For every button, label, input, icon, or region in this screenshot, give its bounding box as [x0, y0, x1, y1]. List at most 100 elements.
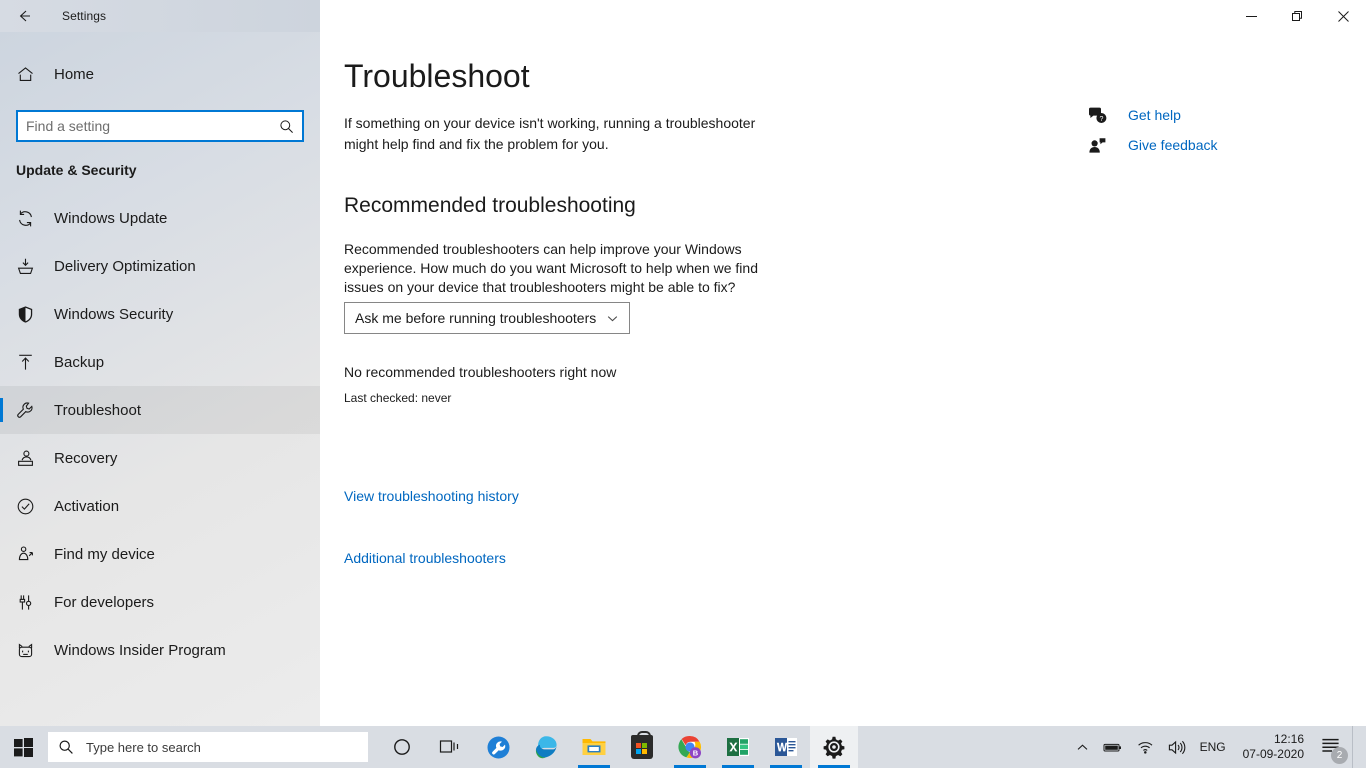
sidebar-nav-list: Windows Update Delivery Optimization — [0, 194, 320, 674]
taskbar-app-chrome[interactable]: B — [666, 726, 714, 768]
sidebar-item-for-developers[interactable]: For developers — [0, 578, 320, 626]
sidebar-item-windows-update[interactable]: Windows Update — [0, 194, 320, 242]
svg-text:B: B — [693, 749, 699, 758]
sidebar-item-recovery[interactable]: Recovery — [0, 434, 320, 482]
sidebar-label: For developers — [54, 594, 154, 611]
network-wifi-icon[interactable] — [1130, 726, 1161, 768]
give-feedback-icon — [1088, 137, 1118, 154]
sidebar-item-find-my-device[interactable]: Find my device — [0, 530, 320, 578]
taskbar-search-placeholder: Type here to search — [86, 740, 201, 755]
notification-badge: 2 — [1331, 747, 1348, 764]
sidebar-item-activation[interactable]: Activation — [0, 482, 320, 530]
start-button[interactable] — [0, 726, 46, 768]
taskbar-app-cortana[interactable] — [378, 726, 426, 768]
sidebar-label: Windows Update — [54, 210, 167, 227]
page-intro-text: If something on your device isn't workin… — [344, 113, 774, 155]
sidebar-label: Backup — [54, 354, 104, 371]
status-no-troubleshooters: No recommended troubleshooters right now — [344, 364, 616, 380]
sync-icon — [16, 209, 46, 228]
sidebar-label: Find my device — [54, 546, 155, 563]
sidebar-home-label: Home — [54, 66, 94, 83]
upload-arrow-icon — [16, 353, 46, 372]
sidebar: Home Update & Security — [0, 32, 320, 726]
sidebar-item-windows-insider-program[interactable]: Windows Insider Program — [0, 626, 320, 674]
settings-app: Settings — [0, 0, 1366, 768]
sidebar-label: Recovery — [54, 450, 117, 467]
section-body-text: Recommended troubleshooters can help imp… — [344, 240, 774, 297]
get-help-row[interactable]: ? Get help — [1088, 100, 1348, 130]
taskbar-search-box[interactable]: Type here to search — [48, 732, 368, 762]
developer-tools-icon — [16, 593, 46, 612]
settings-window: Settings — [0, 0, 1366, 726]
action-center-button[interactable]: 2 — [1314, 726, 1352, 768]
restore-button[interactable] — [1274, 0, 1320, 32]
svg-text:?: ? — [1099, 116, 1103, 123]
clock-date: 07-09-2020 — [1243, 747, 1304, 762]
close-button[interactable] — [1320, 0, 1366, 32]
sidebar-item-troubleshoot[interactable]: Troubleshoot — [0, 386, 320, 434]
shield-icon — [16, 305, 46, 324]
give-feedback-row[interactable]: Give feedback — [1088, 130, 1348, 160]
find-device-icon — [16, 545, 46, 564]
taskbar-app-file-explorer[interactable] — [570, 726, 618, 768]
volume-icon[interactable] — [1161, 726, 1193, 768]
main-content: Troubleshoot If something on your device… — [320, 32, 1366, 726]
sidebar-item-backup[interactable]: Backup — [0, 338, 320, 386]
dropdown-value: Ask me before running troubleshooters — [355, 310, 596, 326]
window-title: Settings — [62, 9, 106, 23]
insider-cat-icon — [16, 641, 46, 660]
search-box[interactable] — [16, 110, 304, 142]
taskbar-app-word[interactable] — [762, 726, 810, 768]
taskbar: Type here to search — [0, 726, 1366, 768]
battery-icon[interactable] — [1096, 726, 1130, 768]
status-last-checked: Last checked: never — [344, 391, 451, 405]
delivery-icon — [16, 257, 46, 276]
recovery-icon — [16, 449, 46, 468]
search-icon — [279, 119, 294, 134]
store-icon — [631, 735, 653, 759]
taskbar-app-excel[interactable] — [714, 726, 762, 768]
minimize-button[interactable] — [1228, 0, 1274, 32]
get-help-icon: ? — [1088, 107, 1118, 124]
taskbar-app-task-view[interactable] — [426, 726, 474, 768]
sidebar-item-windows-security[interactable]: Windows Security — [0, 290, 320, 338]
window-controls — [320, 0, 1366, 32]
sidebar-item-delivery-optimization[interactable]: Delivery Optimization — [0, 242, 320, 290]
get-help-link[interactable]: Get help — [1128, 107, 1181, 123]
search-icon — [58, 739, 74, 755]
taskbar-app-tool[interactable] — [474, 726, 522, 768]
sidebar-label: Windows Insider Program — [54, 642, 226, 659]
clock-time: 12:16 — [1274, 732, 1304, 747]
check-circle-icon — [16, 497, 46, 516]
title-bar: Settings — [0, 0, 1366, 32]
view-troubleshooting-history-link[interactable]: View troubleshooting history — [344, 488, 519, 504]
home-icon — [16, 65, 46, 84]
taskbar-app-settings[interactable] — [810, 726, 858, 768]
recommended-troubleshooting-dropdown[interactable]: Ask me before running troubleshooters — [344, 302, 630, 334]
sidebar-label: Windows Security — [54, 306, 173, 323]
sidebar-label: Troubleshoot — [54, 402, 141, 419]
search-container — [16, 110, 304, 142]
wrench-icon — [16, 401, 46, 420]
taskbar-app-edge[interactable] — [522, 726, 570, 768]
page-title: Troubleshoot — [344, 58, 530, 95]
search-input[interactable] — [26, 118, 279, 134]
show-hidden-icons-button[interactable] — [1069, 726, 1096, 768]
taskbar-app-microsoft-store[interactable] — [618, 726, 666, 768]
language-indicator[interactable]: ENG — [1193, 726, 1233, 768]
give-feedback-link[interactable]: Give feedback — [1128, 137, 1218, 153]
language-label: ENG — [1200, 740, 1226, 754]
help-panel: ? Get help Give feedback — [1088, 100, 1348, 160]
sidebar-section-title: Update & Security — [16, 162, 320, 178]
sidebar-label: Activation — [54, 498, 119, 515]
clock[interactable]: 12:16 07-09-2020 — [1233, 726, 1314, 768]
sidebar-label: Delivery Optimization — [54, 258, 196, 275]
chevron-down-icon — [606, 312, 619, 325]
show-desktop-button[interactable] — [1352, 726, 1360, 768]
taskbar-apps: B — [378, 726, 858, 768]
system-tray: ENG 12:16 07-09-2020 2 — [1069, 726, 1366, 768]
sidebar-item-home[interactable]: Home — [0, 54, 320, 94]
back-button[interactable] — [0, 0, 48, 32]
additional-troubleshooters-link[interactable]: Additional troubleshooters — [344, 550, 506, 566]
title-bar-left: Settings — [0, 0, 320, 32]
